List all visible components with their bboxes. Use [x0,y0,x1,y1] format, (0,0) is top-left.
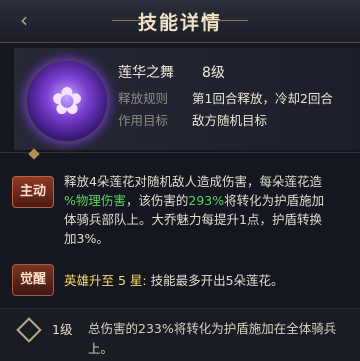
awaken-tag: 觉醒 [12,264,54,296]
target-label: 作用目标 [118,113,169,128]
active-desc-line3: 体骑兵部队上。大乔魅力每提升1点，护盾转换 [64,212,322,227]
skill-header-card: ✿ 莲华之舞 8级 释放规则 第1回合释放，冷却2回合 作用目标 敌方随机目标 [14,48,360,150]
awaken-title: 英雄升至 5 星: [64,273,147,288]
divider-ornament [28,148,40,160]
active-desc-line4: 加3%。 [64,231,109,246]
release-rule-value: 第1回合释放，冷却2回合 [192,91,333,106]
diamond-icon [16,317,42,343]
skill-name: 莲华之舞 [118,65,174,81]
skill-icon: ✿ [24,58,110,144]
level-detail-panel: 1级 总伤害的233%将转化为护盾施加在全体骑兵 上。 [0,308,360,361]
active-desc-line2: %物理伤害，该伤害的293%将转化为护盾施加 [64,193,325,208]
level-label: 1级 [52,322,73,337]
shield-percent-highlight: 293% [188,193,225,208]
title-ornament-right [208,20,248,21]
release-rule-label: 释放规则 [118,91,169,106]
section-divider [0,152,360,153]
title-bar: ‹ 技能详情 [0,0,360,43]
page-title: 技能详情 [137,12,222,34]
active-skill-tag: 主动 [12,176,54,208]
physical-damage-highlight: %物理伤害 [64,193,126,208]
level-detail-line1: 总伤害的233%将转化为护盾施加在全体骑兵 [88,321,337,336]
awaken-description: 英雄升至 5 星: 技能最多开出5朵莲花。 [64,273,284,288]
lotus-icon: ✿ [51,79,83,123]
skill-level: 8级 [202,65,225,81]
active-desc-line1: 释放4朵莲花对随机敌人造成伤害，每朵莲花造 [64,174,322,189]
level-detail-line2: 上。 [88,341,114,356]
target-value: 敌方随机目标 [192,113,268,128]
